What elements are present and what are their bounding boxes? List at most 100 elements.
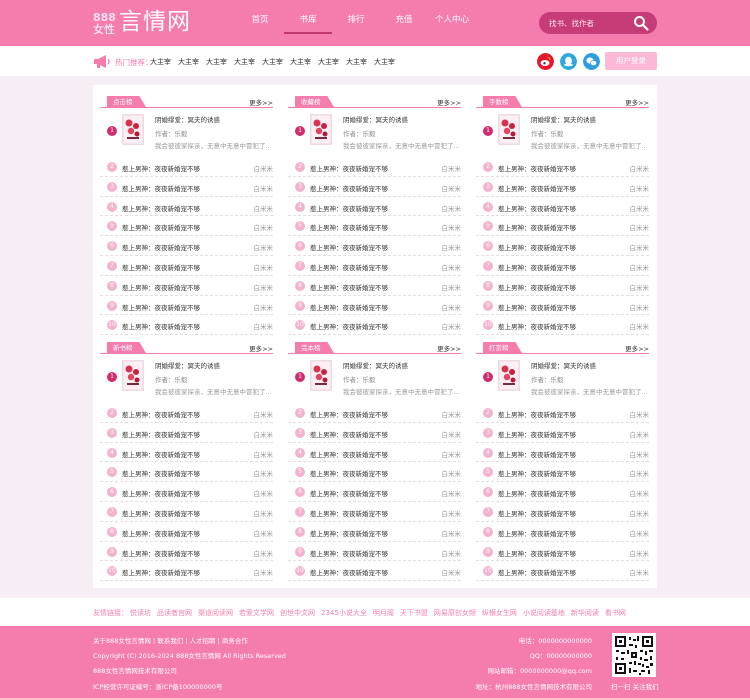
book-author[interactable]: 白米米 xyxy=(442,242,462,252)
book-author[interactable]: 白米米 xyxy=(254,183,274,193)
list-item[interactable]: 8 惹上男神：夜夜新婚宠不够 白米米 xyxy=(288,522,461,542)
list-item[interactable]: 9 惹上男神：夜夜新婚宠不够 白米米 xyxy=(100,296,273,316)
friend-link[interactable]: 天下书盟 xyxy=(400,608,428,618)
list-item[interactable]: 5 惹上男神：夜夜新婚宠不够 白米米 xyxy=(288,462,461,483)
list-item[interactable]: 6 惹上男神：夜夜新婚宠不够 白米米 xyxy=(476,482,649,502)
top-book-item[interactable]: 1 阴婚缪爱：冥夫的诱惑 作者：乐毅 我会彼彼家探亲，无意中无意中冒犯了... xyxy=(288,354,461,403)
hot-item[interactable]: 大主宰 xyxy=(346,57,367,67)
book-author[interactable]: 白米米 xyxy=(442,488,462,498)
book-author[interactable]: 白米米 xyxy=(630,302,650,312)
book-author[interactable]: 白米米 xyxy=(254,548,274,558)
book-title[interactable]: 惹上男神：夜夜新婚宠不够 xyxy=(498,409,576,419)
book-author[interactable]: 白米米 xyxy=(254,222,274,232)
book-author[interactable]: 白米米 xyxy=(442,282,462,292)
book-author[interactable]: 白米米 xyxy=(254,449,274,459)
book-author[interactable]: 白米米 xyxy=(442,222,462,232)
more-link[interactable]: 更多>> xyxy=(437,343,461,353)
book-title[interactable]: 惹上男神：夜夜新婚宠不够 xyxy=(122,321,200,331)
book-author[interactable]: 白米米 xyxy=(630,528,650,538)
book-title[interactable]: 惹上男神：夜夜新婚宠不够 xyxy=(310,203,388,213)
book-title[interactable]: 阴婚缪爱：冥夫的诱惑 xyxy=(155,360,220,370)
book-title[interactable]: 惹上男神：夜夜新婚宠不够 xyxy=(310,508,388,518)
list-item[interactable]: 8 惹上男神：夜夜新婚宠不够 白米米 xyxy=(100,276,273,296)
book-title[interactable]: 惹上男神：夜夜新婚宠不够 xyxy=(310,429,388,439)
friend-link[interactable]: 新华阅读 xyxy=(571,608,599,618)
book-title[interactable]: 惹上男神：夜夜新婚宠不够 xyxy=(310,163,388,173)
nav-user-center[interactable]: 个人中心 xyxy=(428,0,476,46)
book-title[interactable]: 惹上男神：夜夜新婚宠不够 xyxy=(498,528,576,538)
hot-item[interactable]: 大主宰 xyxy=(206,57,227,67)
book-author[interactable]: 白米米 xyxy=(254,429,274,439)
list-item[interactable]: 4 惹上男神：夜夜新婚宠不够 白米米 xyxy=(100,443,273,463)
book-title[interactable]: 惹上男神：夜夜新婚宠不够 xyxy=(498,321,576,331)
more-link[interactable]: 更多>> xyxy=(249,97,273,107)
list-item[interactable]: 6 惹上男神：夜夜新婚宠不够 白米米 xyxy=(100,482,273,502)
list-item[interactable]: 5 惹上男神：夜夜新婚宠不够 白米米 xyxy=(100,462,274,483)
book-title[interactable]: 惹上男神：夜夜新婚宠不够 xyxy=(122,203,200,213)
book-author[interactable]: 白米米 xyxy=(254,468,274,478)
qq-icon[interactable] xyxy=(560,53,577,70)
book-author[interactable]: 白米米 xyxy=(254,488,274,498)
list-item[interactable]: 6 惹上男神：夜夜新婚宠不够 白米米 xyxy=(288,482,461,502)
wechat-icon[interactable] xyxy=(583,53,600,70)
friend-link[interactable]: 纵横女生网 xyxy=(482,608,517,618)
book-author[interactable]: 白米米 xyxy=(630,242,650,252)
book-title[interactable]: 惹上男神：夜夜新婚宠不够 xyxy=(122,183,200,193)
hot-item[interactable]: 大主宰 xyxy=(262,57,283,67)
friend-link[interactable]: 2345小说大全 xyxy=(321,608,367,618)
book-title[interactable]: 惹上男神：夜夜新婚宠不够 xyxy=(498,183,576,193)
book-title[interactable]: 惹上男神：夜夜新婚宠不够 xyxy=(310,222,388,232)
more-link[interactable]: 更多>> xyxy=(437,97,461,107)
book-title[interactable]: 惹上男神：夜夜新婚宠不够 xyxy=(310,449,388,459)
book-author[interactable]: 白米米 xyxy=(442,262,462,272)
list-item[interactable]: 7 惹上男神：夜夜新婚宠不够 白米米 xyxy=(288,502,461,522)
top-book-item[interactable]: 1 阴婚缪爱：冥夫的诱惑 作者：乐毅 我会彼彼家探亲，无意中无意中冒犯了... xyxy=(100,108,273,157)
list-item[interactable]: 4 惹上男神：夜夜新婚宠不够 白米米 xyxy=(288,197,461,217)
book-title[interactable]: 阴婚缪爱：冥夫的诱惑 xyxy=(531,114,596,124)
book-title[interactable]: 惹上男神：夜夜新婚宠不够 xyxy=(310,548,388,558)
book-title[interactable]: 惹上男神：夜夜新婚宠不够 xyxy=(122,528,200,538)
book-title[interactable]: 惹上男神：夜夜新婚宠不够 xyxy=(498,488,576,498)
list-item[interactable]: 6 惹上男神：夜夜新婚宠不够 白米米 xyxy=(476,236,649,256)
book-author[interactable]: 白米米 xyxy=(442,508,462,518)
book-title[interactable]: 惹上男神：夜夜新婚宠不够 xyxy=(498,262,576,272)
book-author[interactable]: 白米米 xyxy=(254,567,274,577)
book-author[interactable]: 白米米 xyxy=(442,302,462,312)
book-title[interactable]: 惹上男神：夜夜新婚宠不够 xyxy=(310,282,388,292)
site-logo[interactable]: 888 女性 言情网 xyxy=(93,9,191,36)
book-title[interactable]: 阴婚缪爱：冥夫的诱惑 xyxy=(343,360,408,370)
more-link[interactable]: 更多>> xyxy=(249,343,273,353)
list-item[interactable]: 3 惹上男神：夜夜新婚宠不够 白米米 xyxy=(288,177,461,197)
book-author[interactable]: 白米米 xyxy=(442,409,462,419)
book-title[interactable]: 惹上男神：夜夜新婚宠不够 xyxy=(122,468,200,478)
top-book-item[interactable]: 1 阴婚缪爱：冥夫的诱惑 作者：乐毅 我会彼彼家探亲，无意中无意中冒犯了... xyxy=(100,354,273,403)
book-cover[interactable] xyxy=(122,114,144,145)
book-title[interactable]: 惹上男神：夜夜新婚宠不够 xyxy=(498,449,576,459)
book-author[interactable]: 白米米 xyxy=(630,488,650,498)
more-link[interactable]: 更多>> xyxy=(625,97,649,107)
list-item[interactable]: 4 惹上男神：夜夜新婚宠不够 白米米 xyxy=(476,197,649,217)
list-item[interactable]: 5 惹上男神：夜夜新婚宠不够 白米米 xyxy=(476,216,649,237)
hot-item[interactable]: 大主宰 xyxy=(290,57,311,67)
list-item[interactable]: 2 惹上男神：夜夜新婚宠不够 白米米 xyxy=(100,403,273,423)
book-author[interactable]: 白米米 xyxy=(630,163,650,173)
list-item[interactable]: 10 惹上男神：夜夜新婚宠不够 白米米 xyxy=(476,561,649,582)
list-item[interactable]: 4 惹上男神：夜夜新婚宠不够 白米米 xyxy=(476,443,649,463)
list-item[interactable]: 9 惹上男神：夜夜新婚宠不够 白米米 xyxy=(100,542,273,562)
book-title[interactable]: 惹上男神：夜夜新婚宠不够 xyxy=(498,242,576,252)
list-item[interactable]: 10 惹上男神：夜夜新婚宠不够 白米米 xyxy=(100,561,274,582)
book-cover[interactable] xyxy=(122,360,144,391)
list-item[interactable]: 10 惹上男神：夜夜新婚宠不够 白米米 xyxy=(100,315,273,336)
book-title[interactable]: 惹上男神：夜夜新婚宠不够 xyxy=(498,567,576,577)
book-cover[interactable] xyxy=(310,114,332,145)
book-author[interactable]: 白米米 xyxy=(254,282,274,292)
book-author[interactable]: 白米米 xyxy=(442,429,462,439)
book-title[interactable]: 惹上男神：夜夜新婚宠不够 xyxy=(310,528,388,538)
book-author[interactable]: 白米米 xyxy=(254,203,274,213)
book-title[interactable]: 惹上男神：夜夜新婚宠不够 xyxy=(310,468,388,478)
book-cover[interactable] xyxy=(310,360,332,391)
book-title[interactable]: 阴婚缪爱：冥夫的诱惑 xyxy=(531,360,596,370)
book-author[interactable]: 白米米 xyxy=(630,449,650,459)
book-title[interactable]: 惹上男神：夜夜新婚宠不够 xyxy=(122,567,200,577)
list-item[interactable]: 6 惹上男神：夜夜新婚宠不够 白米米 xyxy=(100,236,273,256)
